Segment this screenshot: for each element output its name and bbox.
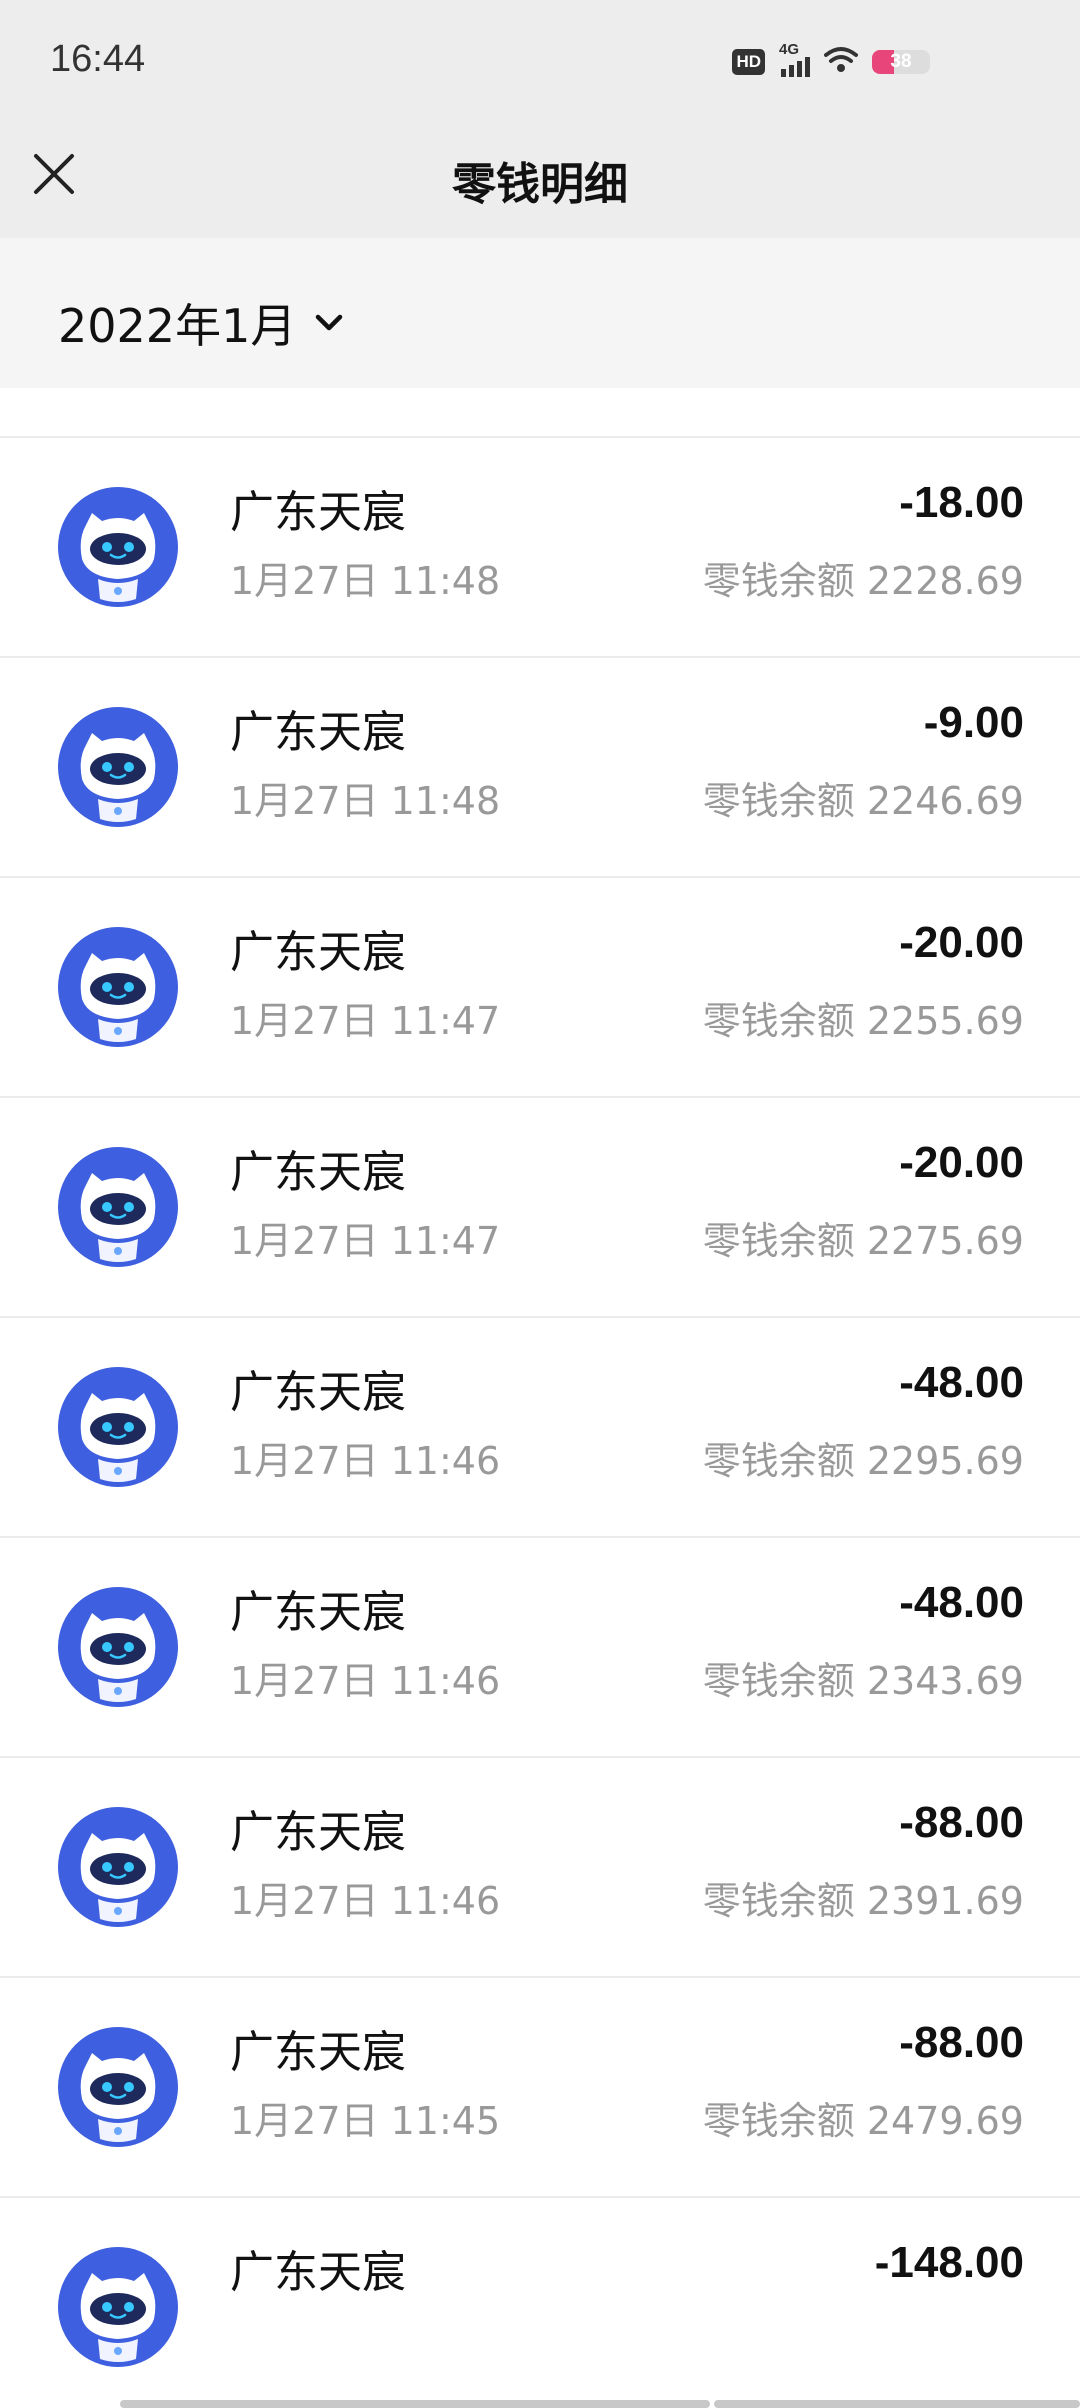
scroll-indicator bbox=[714, 2400, 1080, 2408]
transaction-amount: -9.00 bbox=[923, 698, 1024, 747]
transaction-amount: -88.00 bbox=[899, 2018, 1024, 2067]
transaction-time: 1月27日 11:46 bbox=[230, 1439, 501, 1483]
status-bar: 16:44 HD 4G 38 bbox=[0, 0, 1080, 128]
transaction-amount: -20.00 bbox=[899, 918, 1024, 967]
merchant-name: 广东天宸 bbox=[230, 1807, 406, 1858]
robot-avatar-icon bbox=[58, 2247, 178, 2367]
month-selector[interactable]: 2022年1月 bbox=[58, 290, 344, 356]
transaction-amount: -18.00 bbox=[899, 478, 1024, 527]
robot-avatar-icon bbox=[58, 1367, 178, 1487]
transaction-amount: -48.00 bbox=[899, 1358, 1024, 1407]
transaction-row[interactable]: 广东天宸 1月27日 11:48 -9.00 零钱余额 2246.69 bbox=[0, 658, 1080, 878]
transaction-amount: -48.00 bbox=[899, 1578, 1024, 1627]
balance-after: 零钱余额 2295.69 bbox=[702, 1439, 1024, 1483]
balance-after: 零钱余额 2246.69 bbox=[702, 779, 1024, 823]
transaction-time: 1月27日 11:45 bbox=[230, 2099, 501, 2143]
balance-after: 零钱余额 2391.69 bbox=[702, 1879, 1024, 1923]
status-icons: HD 4G 38 bbox=[732, 41, 930, 80]
transaction-list[interactable]: 广东天宸 1月27日 11:49 -4.00 零钱余额 2224.69 广东天宸… bbox=[0, 388, 1080, 2408]
transaction-time: 1月27日 11:47 bbox=[230, 999, 501, 1043]
merchant-name: 广东天宸 bbox=[230, 2247, 406, 2298]
transaction-amount: -88.00 bbox=[899, 1798, 1024, 1847]
transaction-amount: -20.00 bbox=[899, 1138, 1024, 1187]
transaction-time: 1月27日 11:47 bbox=[230, 1219, 501, 1263]
transaction-row[interactable]: 广东天宸 -148.00 bbox=[0, 2198, 1080, 2408]
wifi-icon bbox=[824, 46, 858, 78]
balance-after: 零钱余额 2255.69 bbox=[702, 999, 1024, 1043]
balance-after: 零钱余额 2228.69 bbox=[702, 559, 1024, 603]
robot-avatar-icon bbox=[58, 1807, 178, 1927]
merchant-name: 广东天宸 bbox=[230, 1587, 406, 1638]
month-label: 2022年1月 bbox=[58, 299, 297, 353]
transaction-row[interactable]: 广东天宸 1月27日 11:47 -20.00 零钱余额 2255.69 bbox=[0, 878, 1080, 1098]
transaction-time: 1月27日 11:48 bbox=[230, 559, 501, 603]
robot-avatar-icon bbox=[58, 2027, 178, 2147]
transaction-row[interactable]: 广东天宸 1月27日 11:46 -88.00 零钱余额 2391.69 bbox=[0, 1758, 1080, 1978]
robot-avatar-icon bbox=[58, 927, 178, 1047]
merchant-name: 广东天宸 bbox=[230, 1367, 406, 1418]
battery-percentage: 38 bbox=[890, 51, 912, 72]
page-title: 零钱明细 bbox=[452, 159, 628, 210]
robot-avatar-icon bbox=[58, 487, 178, 607]
balance-after: 零钱余额 2343.69 bbox=[702, 1659, 1024, 1703]
merchant-name: 广东天宸 bbox=[230, 927, 406, 978]
transaction-amount: -148.00 bbox=[874, 2238, 1024, 2287]
month-filter-bar: 2022年1月 bbox=[0, 238, 1080, 388]
balance-after: 零钱余额 2275.69 bbox=[702, 1219, 1024, 1263]
robot-avatar-icon bbox=[58, 1587, 178, 1707]
transaction-row[interactable]: 广东天宸 1月27日 11:47 -20.00 零钱余额 2275.69 bbox=[0, 1098, 1080, 1318]
transaction-row[interactable]: 广东天宸 1月27日 11:49 -4.00 零钱余额 2224.69 bbox=[0, 388, 1080, 438]
merchant-name: 广东天宸 bbox=[230, 1147, 406, 1198]
hd-icon: HD bbox=[732, 49, 765, 75]
merchant-name: 广东天宸 bbox=[230, 2027, 406, 2078]
balance-after: 零钱余额 2479.69 bbox=[702, 2099, 1024, 2143]
transaction-time: 1月27日 11:48 bbox=[230, 779, 501, 823]
battery-icon: 38 bbox=[872, 50, 930, 74]
transaction-time: 1月27日 11:46 bbox=[230, 1659, 501, 1703]
status-time: 16:44 bbox=[50, 38, 146, 80]
transaction-row[interactable]: 广东天宸 1月27日 11:45 -88.00 零钱余额 2479.69 bbox=[0, 1978, 1080, 2198]
robot-avatar-icon bbox=[58, 707, 178, 827]
scroll-indicator bbox=[120, 2400, 710, 2408]
transaction-row[interactable]: 广东天宸 1月27日 11:46 -48.00 零钱余额 2295.69 bbox=[0, 1318, 1080, 1538]
merchant-name: 广东天宸 bbox=[230, 487, 406, 538]
cellular-signal-icon: 4G bbox=[779, 41, 810, 77]
merchant-name: 广东天宸 bbox=[230, 707, 406, 758]
network-type: 4G bbox=[779, 41, 800, 58]
chevron-down-icon bbox=[316, 314, 343, 331]
robot-avatar-icon bbox=[58, 1147, 178, 1267]
transaction-row[interactable]: 广东天宸 1月27日 11:48 -18.00 零钱余额 2228.69 bbox=[0, 438, 1080, 658]
transaction-row[interactable]: 广东天宸 1月27日 11:46 -48.00 零钱余额 2343.69 bbox=[0, 1538, 1080, 1758]
nav-bar: 零钱明细 bbox=[0, 128, 1080, 238]
transaction-time: 1月27日 11:46 bbox=[230, 1879, 501, 1923]
